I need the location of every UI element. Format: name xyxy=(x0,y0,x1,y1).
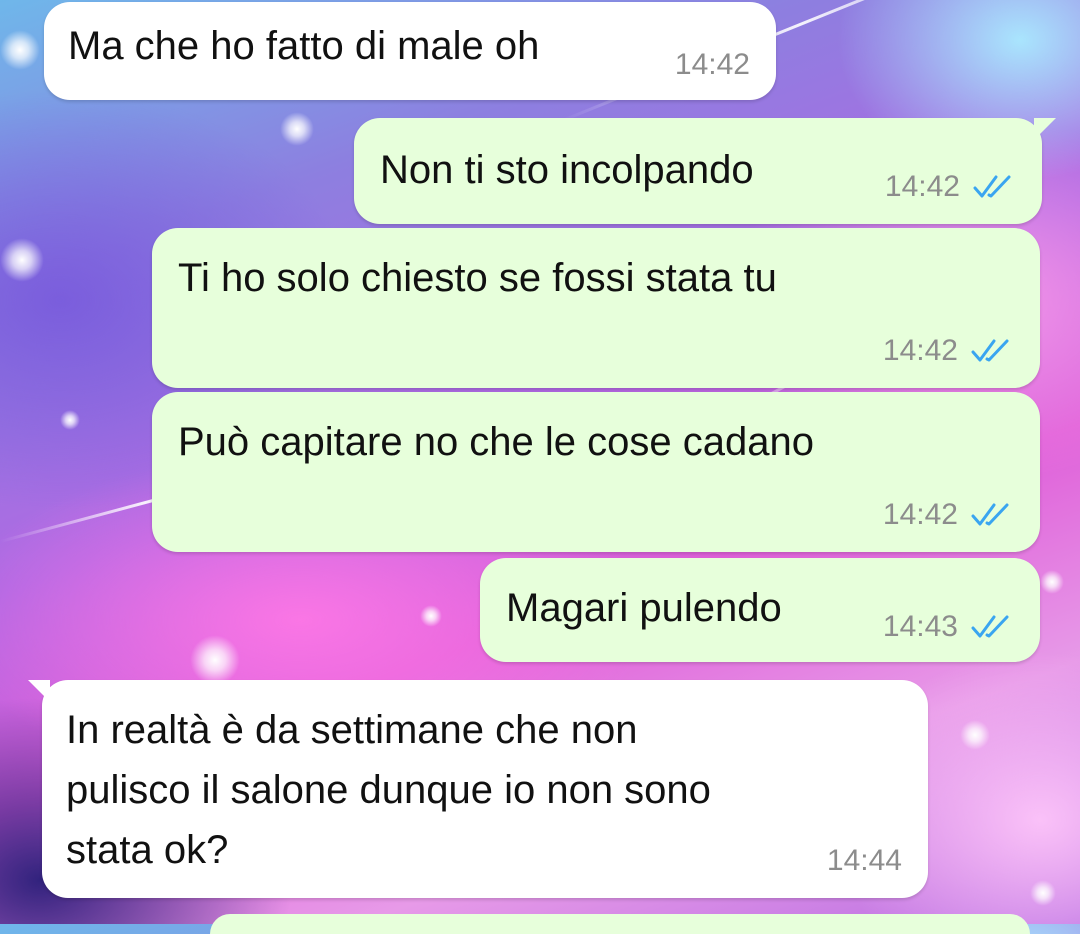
message-timestamp: 14:43 xyxy=(882,610,958,643)
read-double-check-icon xyxy=(971,339,1009,362)
wallpaper-star xyxy=(0,238,44,282)
message-meta: 14:42 xyxy=(675,48,750,82)
message-timestamp: 14:42 xyxy=(884,170,960,203)
next-message-bubble-edge xyxy=(210,914,1030,934)
incoming-message-bubble[interactable]: Ma che ho fatto di male oh 14:42 xyxy=(44,2,776,100)
read-double-check-icon xyxy=(971,503,1009,526)
incoming-message-bubble[interactable]: In realtà è da settimane che non pulisco… xyxy=(28,680,928,898)
wallpaper-star xyxy=(960,720,990,750)
wallpaper-star xyxy=(280,112,314,146)
message-text: Magari pulendo xyxy=(506,586,782,630)
wallpaper-star xyxy=(190,635,240,685)
message-meta: 14:43 xyxy=(883,610,1014,644)
wallpaper-star xyxy=(60,410,80,430)
message-timestamp: 14:42 xyxy=(882,498,958,531)
message-meta: 14:44 xyxy=(827,844,902,878)
message-timestamp: 14:44 xyxy=(826,844,902,877)
bubble-tail xyxy=(28,680,50,702)
message-text: Non ti sto incolpando xyxy=(380,148,754,192)
wallpaper-star xyxy=(0,30,40,70)
message-meta: 14:42 xyxy=(883,498,1014,532)
bubble-tail xyxy=(1034,118,1056,140)
outgoing-message-bubble[interactable]: Può capitare no che le cose cadano 14:42 xyxy=(152,392,1040,552)
wallpaper-star xyxy=(1040,570,1064,594)
read-double-check-icon xyxy=(971,615,1009,638)
message-timestamp: 14:42 xyxy=(882,334,958,367)
message-text: Ma che ho fatto di male oh xyxy=(68,24,540,68)
message-meta: 14:42 xyxy=(885,170,1016,204)
message-text: In realtà è da settimane che non pulisco… xyxy=(66,708,711,872)
outgoing-message-bubble[interactable]: Magari pulendo 14:43 xyxy=(480,558,1040,662)
message-text: Ti ho solo chiesto se fossi stata tu xyxy=(178,256,777,300)
message-meta: 14:42 xyxy=(883,334,1014,368)
message-timestamp: 14:42 xyxy=(674,48,750,81)
outgoing-message-bubble[interactable]: Non ti sto incolpando 14:42 xyxy=(354,118,1056,224)
wallpaper-star xyxy=(1030,880,1056,906)
read-double-check-icon xyxy=(973,175,1011,198)
message-text: Può capitare no che le cose cadano xyxy=(178,420,814,464)
wallpaper-star xyxy=(420,605,442,627)
outgoing-message-bubble[interactable]: Ti ho solo chiesto se fossi stata tu 14:… xyxy=(152,228,1040,388)
